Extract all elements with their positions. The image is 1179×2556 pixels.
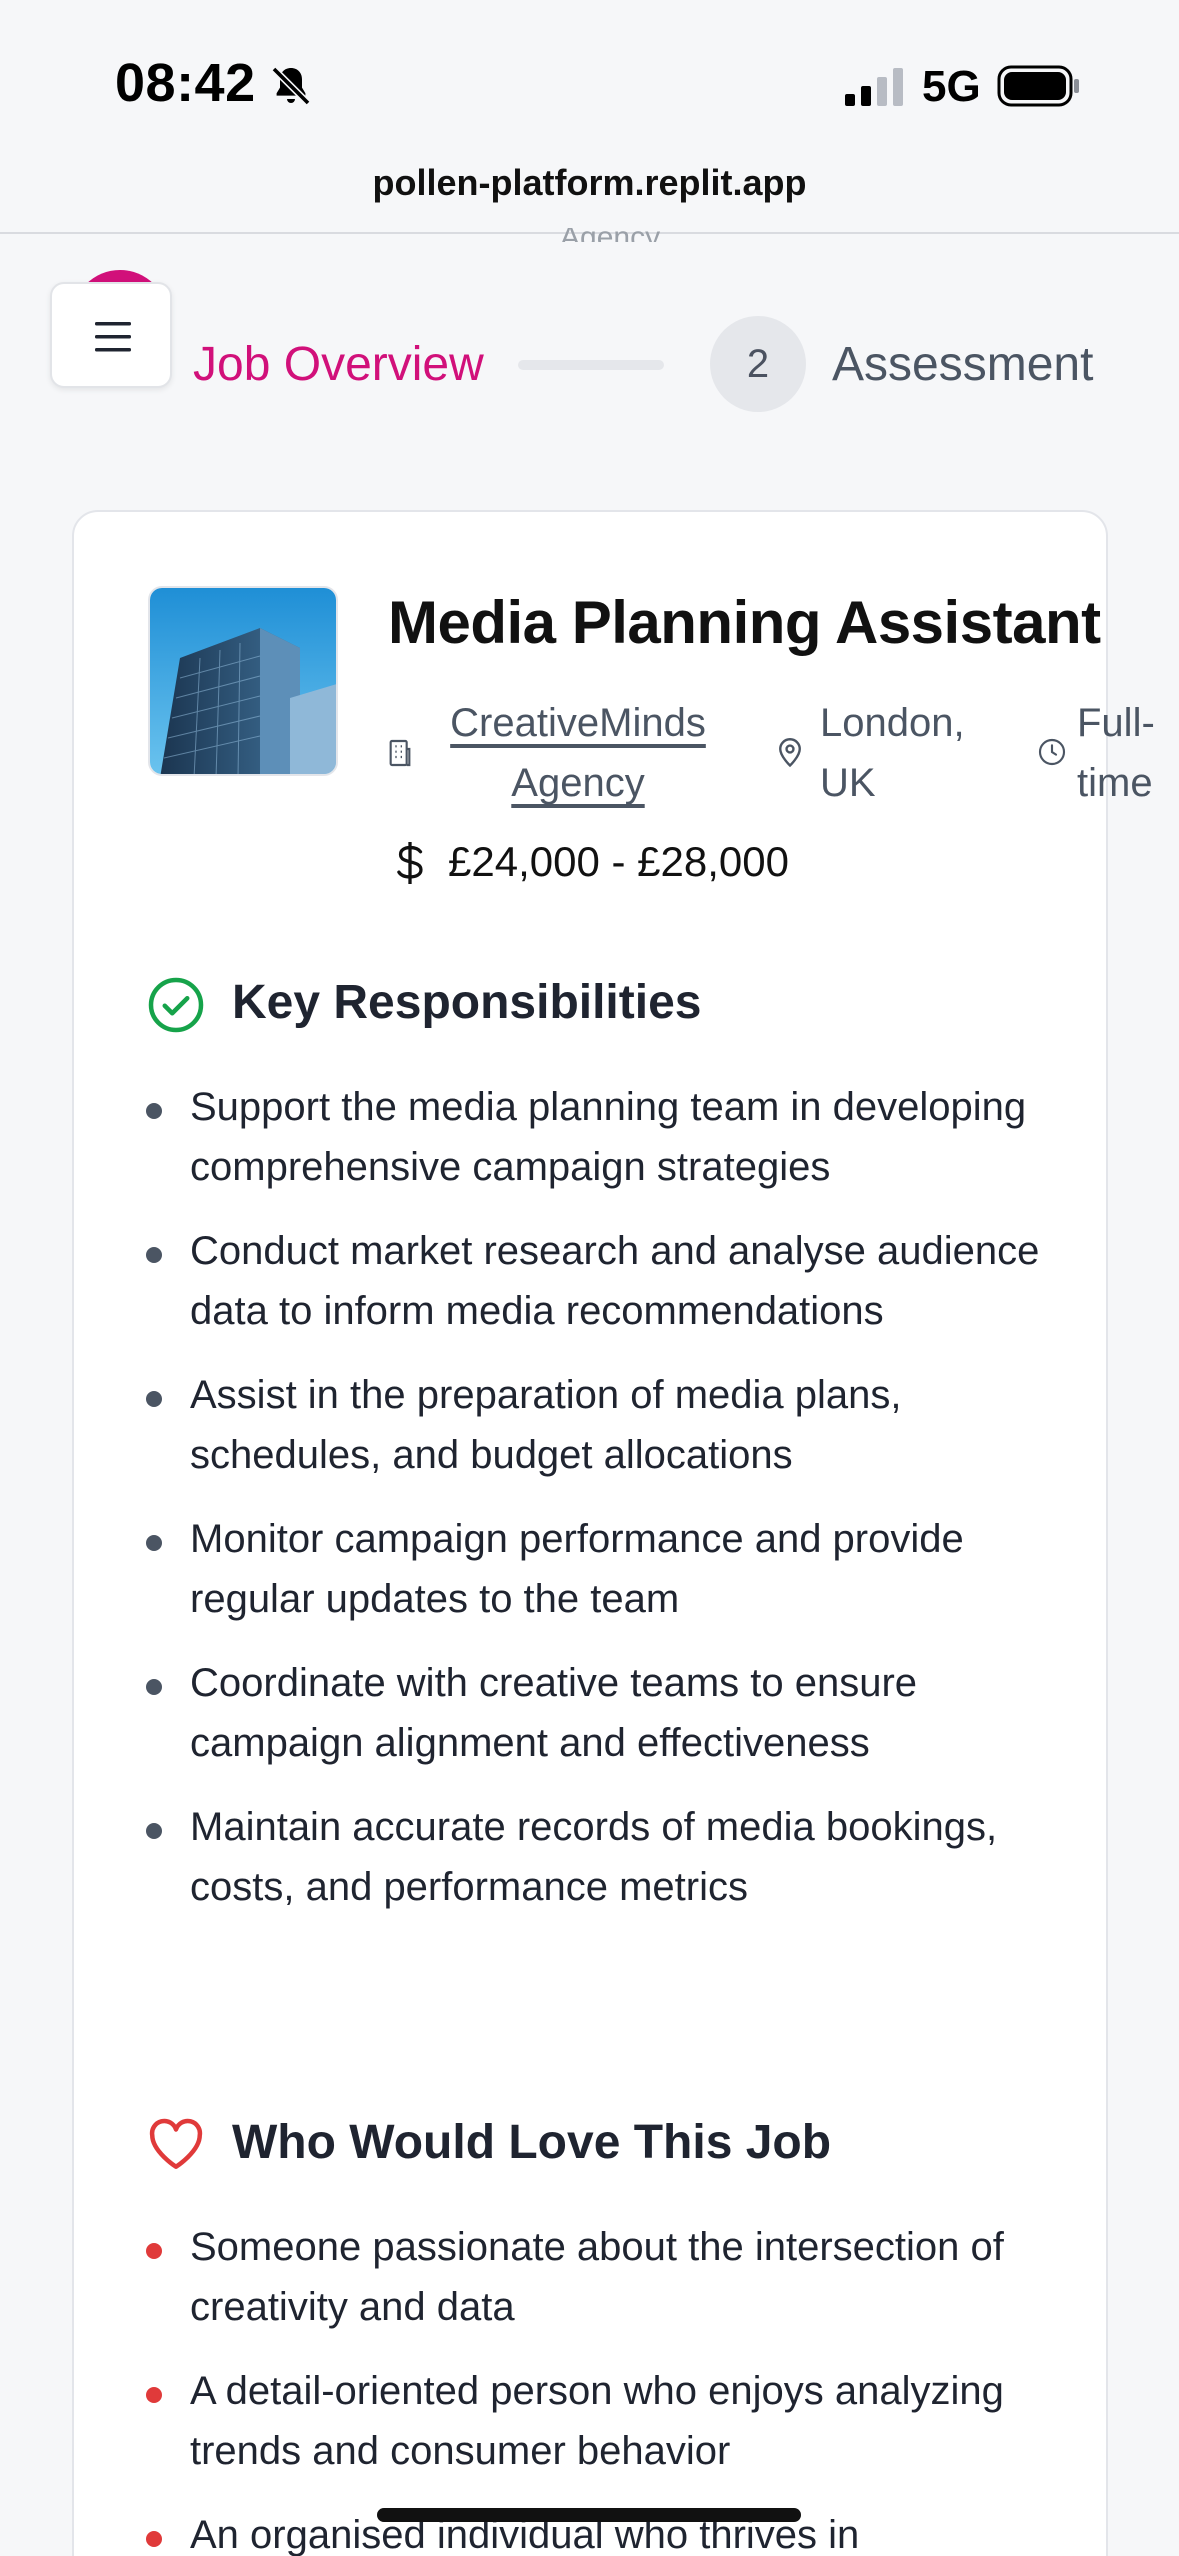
clock-icon [1038,738,1066,766]
list-item: Maintain accurate records of media booki… [146,1797,1046,1917]
job-type: Full-time [1077,701,1155,805]
bullet-dot [146,2387,162,2403]
bullet-dot [146,1535,162,1551]
map-pin-icon [779,738,801,768]
list-item: Someone passionate about the intersectio… [146,2217,1046,2337]
building-photo [150,588,336,774]
menu-button[interactable] [50,282,172,388]
job-title: Media Planning Assistant [388,589,1101,656]
browser-url-bar[interactable]: pollen-platform.replit.app [0,160,1179,234]
battery-icon [997,65,1079,107]
status-time: 08:42 [115,53,256,113]
bullet-dot [146,1823,162,1839]
list-item: Conduct market research and analyse audi… [146,1221,1046,1341]
company-link[interactable]: CreativeMinds Agency [430,693,726,813]
responsibilities-list: Support the media planning team in devel… [146,1077,1046,1941]
who-would-love-title: Who Would Love This Job [232,2116,832,2169]
step-2-label[interactable]: Assessment [832,337,1093,392]
responsibilities-title: Key Responsibilities [232,976,702,1029]
list-item: Assist in the preparation of media plans… [146,1365,1046,1485]
salary-range: £24,000 - £28,000 [448,838,789,885]
bullet-dot [146,2531,162,2547]
dollar-icon [397,842,423,884]
who-would-love-list: Someone passionate about the intersectio… [146,2217,1046,2556]
company-logo [148,586,338,776]
bullet-dot [146,1103,162,1119]
home-indicator[interactable] [377,2508,801,2522]
building-icon [389,739,411,767]
list-item: Monitor campaign performance and provide… [146,1509,1046,1629]
status-bar: 08:42 5G [0,0,1179,160]
network-label: 5G [922,62,981,111]
bullet-dot [146,2243,162,2259]
list-item: Support the media planning team in devel… [146,1077,1046,1197]
bullet-dot [146,1247,162,1263]
step-2-indicator[interactable]: 2 [710,316,806,412]
bullet-dot [146,1679,162,1695]
bullet-dot [146,1391,162,1407]
bell-slash-icon [271,66,311,106]
job-location: London, UK [820,701,965,805]
clipped-heading-text: Agency [560,228,760,242]
heart-icon [149,2118,203,2169]
step-1-label[interactable]: Job Overview [193,337,484,392]
list-item: Coordinate with creative teams to ensure… [146,1653,1046,1773]
step-connector [518,360,664,370]
signal-icon [845,68,903,106]
url-text: pollen-platform.replit.app [372,162,807,203]
hamburger-icon [95,322,131,352]
check-circle-icon [148,977,204,1033]
list-item: A detail-oriented person who enjoys anal… [146,2361,1046,2481]
